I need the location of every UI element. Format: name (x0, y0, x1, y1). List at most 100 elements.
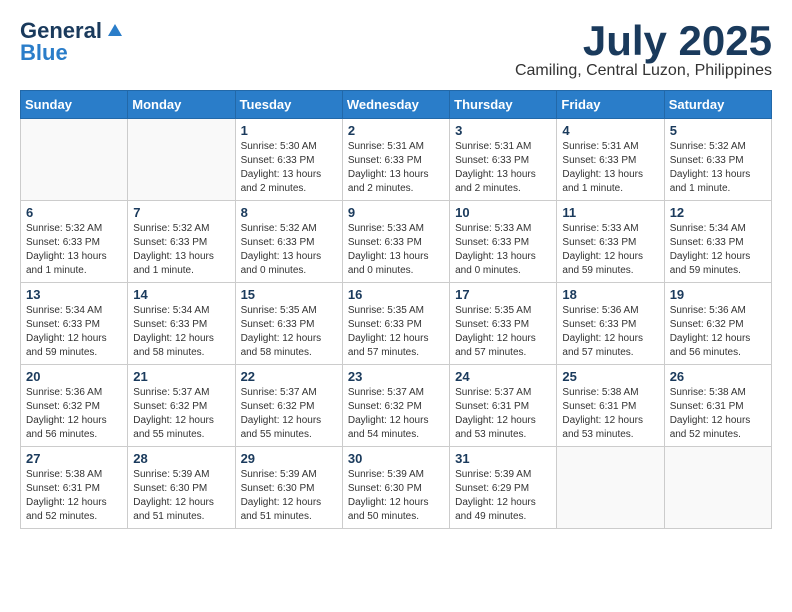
day-info: Sunrise: 5:32 AMSunset: 6:33 PMDaylight:… (26, 222, 122, 278)
day-info: Sunrise: 5:35 AMSunset: 6:33 PMDaylight:… (348, 304, 444, 360)
day-info: Sunrise: 5:32 AMSunset: 6:33 PMDaylight:… (133, 222, 229, 278)
day-number: 8 (241, 205, 337, 220)
calendar-week-row: 27 Sunrise: 5:38 AMSunset: 6:31 PMDayligh… (21, 447, 772, 529)
day-info: Sunrise: 5:33 AMSunset: 6:33 PMDaylight:… (348, 222, 444, 278)
day-info: Sunrise: 5:30 AMSunset: 6:33 PMDaylight:… (241, 140, 337, 196)
day-info: Sunrise: 5:31 AMSunset: 6:33 PMDaylight:… (562, 140, 658, 196)
calendar-cell: 1 Sunrise: 5:30 AMSunset: 6:33 PMDaylight… (235, 119, 342, 201)
calendar-cell: 8 Sunrise: 5:32 AMSunset: 6:33 PMDaylight… (235, 201, 342, 283)
weekday-header: Tuesday (235, 91, 342, 119)
page-header: General Blue July 2025 Camiling, Central… (20, 20, 772, 80)
day-number: 3 (455, 123, 551, 138)
weekday-header: Monday (128, 91, 235, 119)
calendar-cell: 16 Sunrise: 5:35 AMSunset: 6:33 PMDayligh… (342, 283, 449, 365)
calendar-cell: 11Sunrise: 5:33 AMSunset: 6:33 PMDayligh… (557, 201, 664, 283)
calendar-cell: 25 Sunrise: 5:38 AMSunset: 6:31 PMDayligh… (557, 365, 664, 447)
calendar-cell: 24Sunrise: 5:37 AMSunset: 6:31 PMDayligh… (450, 365, 557, 447)
weekday-header: Saturday (664, 91, 771, 119)
calendar-cell: 7 Sunrise: 5:32 AMSunset: 6:33 PMDaylight… (128, 201, 235, 283)
calendar-week-row: 1 Sunrise: 5:30 AMSunset: 6:33 PMDaylight… (21, 119, 772, 201)
calendar-cell: 18Sunrise: 5:36 AMSunset: 6:33 PMDayligh… (557, 283, 664, 365)
logo-blue: Blue (20, 42, 68, 64)
calendar-cell: 4 Sunrise: 5:31 AMSunset: 6:33 PMDaylight… (557, 119, 664, 201)
weekday-header: Thursday (450, 91, 557, 119)
location-text: Camiling, Central Luzon, Philippines (515, 62, 772, 80)
calendar-cell: 31 Sunrise: 5:39 AMSunset: 6:29 PMDayligh… (450, 447, 557, 529)
day-number: 10 (455, 205, 551, 220)
day-info: Sunrise: 5:36 AMSunset: 6:32 PMDaylight:… (26, 386, 122, 442)
day-info: Sunrise: 5:34 AMSunset: 6:33 PMDaylight:… (26, 304, 122, 360)
calendar-cell: 28Sunrise: 5:39 AMSunset: 6:30 PMDayligh… (128, 447, 235, 529)
logo-icon (106, 22, 124, 40)
weekday-header-row: SundayMondayTuesdayWednesdayThursdayFrid… (21, 91, 772, 119)
title-area: July 2025 Camiling, Central Luzon, Phili… (515, 20, 772, 80)
calendar-cell (557, 447, 664, 529)
day-info: Sunrise: 5:37 AMSunset: 6:31 PMDaylight:… (455, 386, 551, 442)
day-info: Sunrise: 5:33 AMSunset: 6:33 PMDaylight:… (562, 222, 658, 278)
day-info: Sunrise: 5:38 AMSunset: 6:31 PMDaylight:… (26, 468, 122, 524)
day-info: Sunrise: 5:38 AMSunset: 6:31 PMDaylight:… (670, 386, 766, 442)
day-number: 22 (241, 369, 337, 384)
day-number: 27 (26, 451, 122, 466)
calendar-cell: 30Sunrise: 5:39 AMSunset: 6:30 PMDayligh… (342, 447, 449, 529)
day-number: 13 (26, 287, 122, 302)
day-number: 21 (133, 369, 229, 384)
month-title: July 2025 (515, 20, 772, 62)
day-number: 17 (455, 287, 551, 302)
day-info: Sunrise: 5:33 AMSunset: 6:33 PMDaylight:… (455, 222, 551, 278)
day-info: Sunrise: 5:39 AMSunset: 6:30 PMDaylight:… (348, 468, 444, 524)
day-number: 1 (241, 123, 337, 138)
calendar-cell: 9Sunrise: 5:33 AMSunset: 6:33 PMDaylight… (342, 201, 449, 283)
calendar-cell: 12Sunrise: 5:34 AMSunset: 6:33 PMDayligh… (664, 201, 771, 283)
calendar-cell: 21Sunrise: 5:37 AMSunset: 6:32 PMDayligh… (128, 365, 235, 447)
calendar-cell: 20 Sunrise: 5:36 AMSunset: 6:32 PMDayligh… (21, 365, 128, 447)
day-info: Sunrise: 5:39 AMSunset: 6:30 PMDaylight:… (133, 468, 229, 524)
weekday-header: Friday (557, 91, 664, 119)
day-number: 5 (670, 123, 766, 138)
day-info: Sunrise: 5:37 AMSunset: 6:32 PMDaylight:… (241, 386, 337, 442)
day-number: 14 (133, 287, 229, 302)
calendar-week-row: 6 Sunrise: 5:32 AMSunset: 6:33 PMDaylight… (21, 201, 772, 283)
calendar-cell: 26Sunrise: 5:38 AMSunset: 6:31 PMDayligh… (664, 365, 771, 447)
day-number: 15 (241, 287, 337, 302)
day-info: Sunrise: 5:35 AMSunset: 6:33 PMDaylight:… (455, 304, 551, 360)
calendar-cell: 15 Sunrise: 5:35 AMSunset: 6:33 PMDayligh… (235, 283, 342, 365)
day-info: Sunrise: 5:39 AMSunset: 6:29 PMDaylight:… (455, 468, 551, 524)
calendar-cell: 10 Sunrise: 5:33 AMSunset: 6:33 PMDayligh… (450, 201, 557, 283)
day-info: Sunrise: 5:36 AMSunset: 6:33 PMDaylight:… (562, 304, 658, 360)
day-number: 23 (348, 369, 444, 384)
calendar-week-row: 20 Sunrise: 5:36 AMSunset: 6:32 PMDayligh… (21, 365, 772, 447)
calendar-cell: 6 Sunrise: 5:32 AMSunset: 6:33 PMDaylight… (21, 201, 128, 283)
calendar-cell: 5Sunrise: 5:32 AMSunset: 6:33 PMDaylight… (664, 119, 771, 201)
weekday-header: Sunday (21, 91, 128, 119)
day-number: 19 (670, 287, 766, 302)
calendar-table: SundayMondayTuesdayWednesdayThursdayFrid… (20, 90, 772, 529)
weekday-header: Wednesday (342, 91, 449, 119)
calendar-week-row: 13 Sunrise: 5:34 AMSunset: 6:33 PMDayligh… (21, 283, 772, 365)
day-number: 2 (348, 123, 444, 138)
day-number: 31 (455, 451, 551, 466)
calendar-cell: 14Sunrise: 5:34 AMSunset: 6:33 PMDayligh… (128, 283, 235, 365)
day-number: 16 (348, 287, 444, 302)
day-number: 6 (26, 205, 122, 220)
day-number: 4 (562, 123, 658, 138)
calendar-cell: 17 Sunrise: 5:35 AMSunset: 6:33 PMDayligh… (450, 283, 557, 365)
day-info: Sunrise: 5:32 AMSunset: 6:33 PMDaylight:… (241, 222, 337, 278)
day-info: Sunrise: 5:31 AMSunset: 6:33 PMDaylight:… (455, 140, 551, 196)
calendar-cell: 27 Sunrise: 5:38 AMSunset: 6:31 PMDayligh… (21, 447, 128, 529)
calendar-cell: 29Sunrise: 5:39 AMSunset: 6:30 PMDayligh… (235, 447, 342, 529)
calendar-cell: 2 Sunrise: 5:31 AMSunset: 6:33 PMDaylight… (342, 119, 449, 201)
day-number: 29 (241, 451, 337, 466)
day-info: Sunrise: 5:38 AMSunset: 6:31 PMDaylight:… (562, 386, 658, 442)
day-info: Sunrise: 5:34 AMSunset: 6:33 PMDaylight:… (670, 222, 766, 278)
day-info: Sunrise: 5:35 AMSunset: 6:33 PMDaylight:… (241, 304, 337, 360)
calendar-cell (664, 447, 771, 529)
day-info: Sunrise: 5:31 AMSunset: 6:33 PMDaylight:… (348, 140, 444, 196)
day-number: 25 (562, 369, 658, 384)
calendar-cell: 22 Sunrise: 5:37 AMSunset: 6:32 PMDayligh… (235, 365, 342, 447)
day-number: 20 (26, 369, 122, 384)
day-number: 7 (133, 205, 229, 220)
calendar-cell (128, 119, 235, 201)
calendar-cell: 23Sunrise: 5:37 AMSunset: 6:32 PMDayligh… (342, 365, 449, 447)
calendar-cell (21, 119, 128, 201)
